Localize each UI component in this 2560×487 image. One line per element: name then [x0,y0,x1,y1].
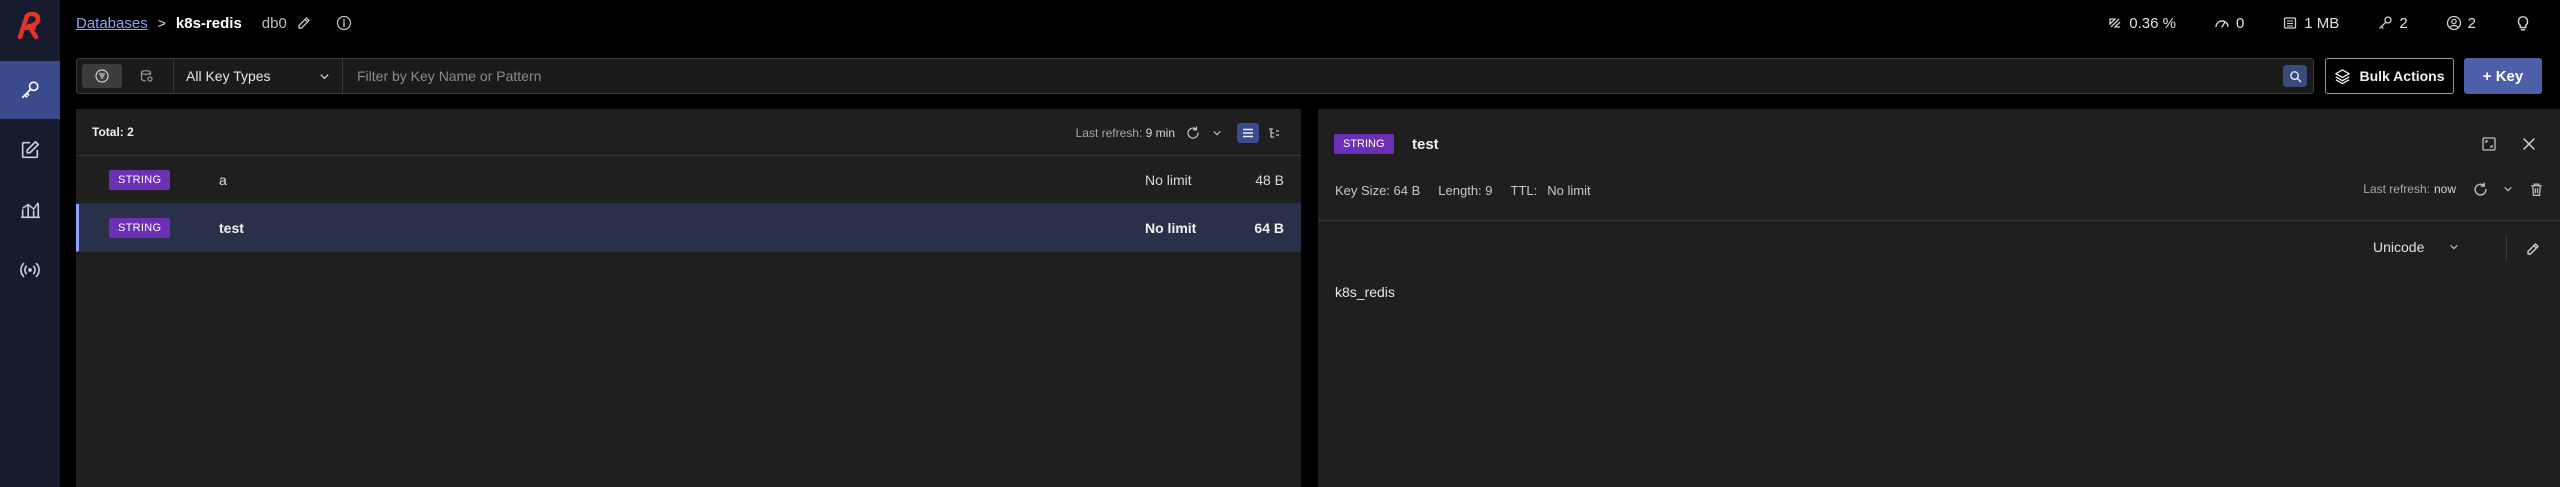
search-button[interactable] [2283,65,2307,87]
edit-document-icon [21,140,40,159]
bulk-actions-button[interactable]: Bulk Actions [2325,58,2454,94]
bulk-actions-label: Bulk Actions [2359,68,2445,84]
nav-workbench[interactable] [0,121,60,179]
refresh-icon[interactable] [1185,125,1201,141]
filter-mode-toggle[interactable] [82,64,122,88]
database-index: db0 [261,14,287,32]
search-mode-toggle[interactable] [127,64,167,88]
key-ttl-value[interactable]: No limit [1547,183,1590,198]
stat-keys-value: 2 [2399,14,2408,32]
database-stats: 0.36 % 0 1 MB 2 2 [2107,0,2560,46]
stat-clients-value: 2 [2467,14,2476,32]
stat-cpu: 0.36 % [2107,15,2176,32]
stat-keys: 2 [2377,14,2408,32]
auto-refresh-chevron-down-icon[interactable] [2500,181,2516,197]
cpu-icon [2109,18,2121,28]
key-row[interactable]: STRING a No limit 48 B [76,156,1301,204]
stat-memory-value: 1 MB [2304,14,2340,32]
key-list-panel: Total: 2 Last refresh: 9 min STRING a No… [76,109,1301,487]
nav-analysis[interactable] [0,181,60,239]
stat-memory: 1 MB [2282,15,2339,32]
info-icon[interactable] [335,14,353,32]
key-row-selected[interactable]: STRING test No limit 64 B [76,204,1301,252]
key-length-info: Length: 9 [1438,183,1493,198]
filter-bar: All Key Types [76,58,2314,94]
redis-logo-icon[interactable] [14,10,46,42]
stat-ops: 0 [2214,15,2244,32]
key-meta: Key Size: 64 B Length: 9 TTL: No limit [1335,183,1609,198]
chevron-down-icon [320,73,329,79]
key-ttl: No limit [1145,171,1192,188]
edit-index-icon[interactable] [295,14,313,32]
nav-pubsub[interactable] [0,241,60,299]
app-root: Databases > k8s-redis db0 0.36 % 0 1 MB [0,0,2560,487]
key-size: 64 B [1254,219,1284,236]
key-type-select[interactable]: All Key Types [173,59,343,93]
value-format-row: Unicode [1318,221,2560,277]
last-refresh-label: Last refresh: [1075,125,1143,140]
insights-button[interactable] [2514,14,2538,32]
stat-ops-value: 0 [2235,14,2245,32]
tree-view-button[interactable] [1263,123,1285,143]
nav-browser[interactable] [0,61,60,119]
lightbulb-icon [2517,16,2529,31]
breadcrumb-databases-link[interactable]: Databases [76,15,148,32]
stat-cpu-value: 0.36 % [2129,14,2176,32]
expand-icon[interactable] [2479,134,2499,154]
key-name: a [219,171,227,188]
total-keys: Total: 2 [92,125,134,139]
format-select-value: Unicode [2373,239,2425,255]
breadcrumb-separator: > [157,15,166,31]
key-details-header: STRING test Key Size: 64 B Length: 9 TTL… [1318,109,2560,221]
key-filter-input[interactable] [343,59,2283,93]
key-size-info: Key Size: 64 B [1335,183,1421,198]
key-value[interactable]: k8s_redis [1335,284,1395,300]
key-list-header: Total: 2 Last refresh: 9 min [76,109,1301,156]
key-type-select-value: All Key Types [186,68,271,84]
search-icon [2289,70,2301,82]
divider [2506,235,2507,261]
user-icon [2446,15,2461,31]
key-type-badge: STRING [109,218,171,238]
sidebar [0,0,60,487]
gauge-icon [2215,20,2229,28]
key-name: test [219,219,244,236]
filter-icon [95,69,109,83]
chevron-down-icon [2450,244,2458,250]
key-icon [21,81,39,99]
broadcast-icon [20,262,40,278]
close-icon[interactable] [2519,134,2539,154]
key-details-panel: STRING test Key Size: 64 B Length: 9 TTL… [1318,109,2560,487]
list-view-button[interactable] [1237,122,1259,143]
last-refresh: Last refresh: 9 min [1076,126,1175,140]
trash-icon[interactable] [2528,181,2544,197]
tree-view-icon [1269,127,1279,138]
detail-last-refresh-value: now [2433,182,2456,196]
list-view-icon [1243,128,1253,137]
refresh-icon[interactable] [2472,181,2488,197]
stat-clients: 2 [2446,15,2476,32]
detail-refresh-controls: Last refresh: now [2363,181,2544,197]
key-ttl-label: TTL: [1510,183,1538,198]
key-type-badge: STRING [1334,134,1394,154]
format-select[interactable]: Unicode [2373,239,2459,255]
memory-icon [2284,17,2297,29]
analytics-icon [20,202,40,219]
list-header-controls: Last refresh: 9 min [1076,109,1285,156]
last-refresh-value: 9 min [1145,125,1175,140]
add-key-button[interactable]: + Key [2464,58,2542,94]
key-type-badge: STRING [109,170,171,190]
layers-icon [2335,68,2351,84]
key-name-title[interactable]: test [1412,136,1439,153]
top-bar: Databases > k8s-redis db0 0.36 % 0 1 MB [60,0,2560,46]
detail-last-refresh-label: Last refresh: [2363,182,2430,196]
database-name: k8s-redis [175,14,242,32]
auto-refresh-chevron-down-icon[interactable] [1209,125,1225,141]
key-ttl: No limit [1145,219,1197,236]
edit-value-icon[interactable] [2524,240,2542,258]
key-icon [2379,16,2392,29]
key-size: 48 B [1255,171,1284,188]
database-search-icon [140,70,153,82]
